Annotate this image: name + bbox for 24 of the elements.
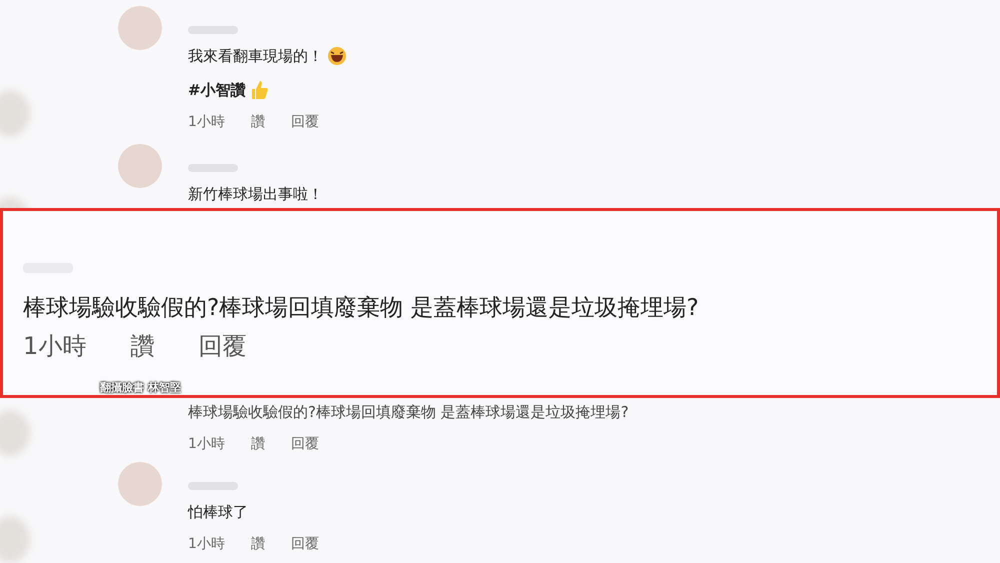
avatar-placeholder bbox=[118, 6, 162, 50]
reply-link[interactable]: 回覆 bbox=[290, 534, 319, 554]
comment-time: 1小時 bbox=[23, 331, 86, 361]
like-link[interactable]: 讚 bbox=[250, 434, 265, 454]
comment-time: 1小時 bbox=[188, 113, 225, 132]
like-link[interactable]: 讚 bbox=[130, 331, 154, 361]
comment-text: 棒球場驗收驗假的?棒球場回填廢棄物 是蓋棒球場還是垃圾掩埋場? bbox=[188, 402, 629, 423]
photo-credit: 翻攝臉書 林智堅 bbox=[100, 380, 181, 395]
reply-link[interactable]: 回覆 bbox=[198, 331, 246, 361]
comment-time: 1小時 bbox=[188, 535, 225, 554]
reply-link[interactable]: 回覆 bbox=[290, 434, 319, 454]
like-link[interactable]: 讚 bbox=[250, 112, 265, 132]
avatar-placeholder bbox=[118, 462, 162, 506]
comment-time: 1小時 bbox=[188, 435, 225, 454]
comment-text: 怕棒球了 bbox=[188, 502, 248, 523]
comment-text: 我來看翻車現場的！ bbox=[188, 46, 323, 67]
thumbs-up-icon bbox=[250, 80, 268, 100]
comment-text: #小智讚 bbox=[188, 80, 246, 101]
laughing-face-icon bbox=[327, 46, 347, 66]
comment-text: 新竹棒球場出事啦！ bbox=[188, 184, 323, 205]
like-link[interactable]: 讚 bbox=[250, 534, 265, 554]
avatar-placeholder bbox=[118, 144, 162, 188]
comment-text: 棒球場驗收驗假的?棒球場回填廢棄物 是蓋棒球場還是垃圾掩埋場? bbox=[23, 294, 700, 323]
reply-link[interactable]: 回覆 bbox=[290, 112, 319, 132]
